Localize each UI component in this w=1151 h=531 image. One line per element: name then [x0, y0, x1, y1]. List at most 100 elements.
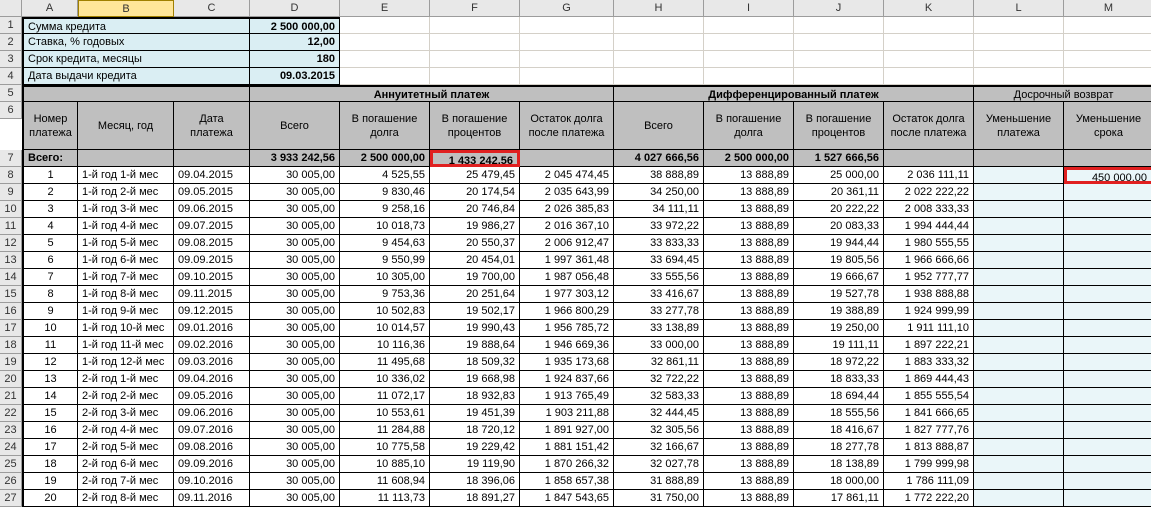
cell-d-total[interactable]: 33 972,22 [614, 218, 704, 235]
cell-date[interactable]: 09.01.2016 [174, 320, 250, 337]
param-value-date[interactable]: 09.03.2015 [250, 68, 340, 85]
row-header[interactable]: 23 [0, 422, 22, 439]
cell-a-total[interactable]: 30 005,00 [250, 422, 340, 439]
cell-a-interest[interactable]: 19 990,43 [430, 320, 520, 337]
cell-month[interactable]: 2-й год 6-й мес [78, 456, 174, 473]
cell-d-interest[interactable]: 19 388,89 [794, 303, 884, 320]
cell-d-balance[interactable]: 1 897 222,21 [884, 337, 974, 354]
param-value-sum[interactable]: 2 500 000,00 [250, 17, 340, 34]
cell-a-total[interactable]: 30 005,00 [250, 235, 340, 252]
cell-a-balance[interactable]: 1 956 785,72 [520, 320, 614, 337]
cell-a-total[interactable]: 30 005,00 [250, 303, 340, 320]
cell-reduce-pay[interactable] [974, 303, 1064, 320]
cell-d-principal[interactable]: 13 888,89 [704, 303, 794, 320]
row-header[interactable]: 21 [0, 388, 22, 405]
cell-n[interactable]: 4 [22, 218, 78, 235]
col-header[interactable]: M [1064, 0, 1151, 17]
cell-d-principal[interactable]: 13 888,89 [704, 371, 794, 388]
empty-cell[interactable] [794, 34, 884, 51]
cell-d-balance[interactable]: 1 883 333,32 [884, 354, 974, 371]
cell-a-total[interactable]: 30 005,00 [250, 456, 340, 473]
empty-cell[interactable] [1064, 17, 1151, 34]
row-header[interactable]: 24 [0, 439, 22, 456]
cell-a-principal[interactable]: 10 116,36 [340, 337, 430, 354]
cell-d-balance[interactable]: 1 799 999,98 [884, 456, 974, 473]
cell-reduce-term[interactable] [1064, 201, 1151, 218]
cell-d-principal[interactable]: 13 888,89 [704, 320, 794, 337]
cell-date[interactable]: 09.03.2016 [174, 354, 250, 371]
cell-a-interest[interactable]: 19 119,90 [430, 456, 520, 473]
cell-n[interactable]: 7 [22, 269, 78, 286]
cell-n[interactable]: 5 [22, 235, 78, 252]
cell-d-balance[interactable]: 1 938 888,88 [884, 286, 974, 303]
row-header[interactable]: 14 [0, 269, 22, 286]
cell-d-interest[interactable]: 18 833,33 [794, 371, 884, 388]
cell-reduce-term[interactable] [1064, 320, 1151, 337]
cell-date[interactable]: 09.02.2016 [174, 337, 250, 354]
cell-d-total[interactable]: 38 888,89 [614, 167, 704, 184]
cell-a-balance[interactable]: 1 858 657,38 [520, 473, 614, 490]
cell-a-interest[interactable]: 19 502,17 [430, 303, 520, 320]
cell-d-balance[interactable]: 1 869 444,43 [884, 371, 974, 388]
cell-reduce-pay[interactable] [974, 218, 1064, 235]
cell-a-interest[interactable]: 20 174,54 [430, 184, 520, 201]
row-header[interactable]: 25 [0, 456, 22, 473]
empty-cell[interactable] [520, 68, 614, 85]
cell-n[interactable]: 16 [22, 422, 78, 439]
cell-d-principal[interactable]: 13 888,89 [704, 184, 794, 201]
cell-month[interactable]: 1-й год 4-й мес [78, 218, 174, 235]
cell-a-principal[interactable]: 10 775,58 [340, 439, 430, 456]
row-header[interactable]: 20 [0, 371, 22, 388]
cell-reduce-term[interactable] [1064, 473, 1151, 490]
cell-d-interest[interactable]: 18 416,67 [794, 422, 884, 439]
empty-cell[interactable] [794, 17, 884, 34]
cell-d-total[interactable]: 32 722,22 [614, 371, 704, 388]
cell-reduce-pay[interactable] [974, 167, 1064, 184]
cell-d-principal[interactable]: 13 888,89 [704, 167, 794, 184]
cell-a-total[interactable]: 30 005,00 [250, 286, 340, 303]
cell-a-balance[interactable]: 1 935 173,68 [520, 354, 614, 371]
cell-d-total[interactable]: 33 555,56 [614, 269, 704, 286]
cell-date[interactable]: 09.12.2015 [174, 303, 250, 320]
cell-d-balance[interactable]: 1 952 777,77 [884, 269, 974, 286]
cell-d-interest[interactable]: 20 361,11 [794, 184, 884, 201]
cell-a-principal[interactable]: 9 454,63 [340, 235, 430, 252]
cell-d-principal[interactable]: 13 888,89 [704, 252, 794, 269]
cell-d-balance[interactable]: 2 008 333,33 [884, 201, 974, 218]
cell-a-principal[interactable]: 11 284,88 [340, 422, 430, 439]
cell-d-total[interactable]: 34 250,00 [614, 184, 704, 201]
cell-date[interactable]: 09.08.2015 [174, 235, 250, 252]
cell-d-interest[interactable]: 18 972,22 [794, 354, 884, 371]
cell-a-total[interactable]: 30 005,00 [250, 252, 340, 269]
cell-a-interest[interactable]: 20 746,84 [430, 201, 520, 218]
cell-a-principal[interactable]: 10 336,02 [340, 371, 430, 388]
cell-month[interactable]: 2-й год 1-й мес [78, 371, 174, 388]
cell-month[interactable]: 1-й год 9-й мес [78, 303, 174, 320]
cell-month[interactable]: 1-й год 12-й мес [78, 354, 174, 371]
cell-reduce-pay[interactable] [974, 490, 1064, 507]
cell-d-interest[interactable]: 18 138,89 [794, 456, 884, 473]
cell-d-balance[interactable]: 1 772 222,20 [884, 490, 974, 507]
cell-date[interactable]: 09.08.2016 [174, 439, 250, 456]
cell-a-balance[interactable]: 1 891 927,00 [520, 422, 614, 439]
col-header[interactable]: A [22, 0, 78, 17]
cell-d-total[interactable]: 32 583,33 [614, 388, 704, 405]
cell-d-principal[interactable]: 13 888,89 [704, 354, 794, 371]
cell-d-principal[interactable]: 13 888,89 [704, 473, 794, 490]
cell-date[interactable]: 09.06.2015 [174, 201, 250, 218]
cell-d-total[interactable]: 33 416,67 [614, 286, 704, 303]
cell-reduce-pay[interactable] [974, 354, 1064, 371]
empty-cell[interactable] [974, 17, 1064, 34]
empty-cell[interactable] [430, 68, 520, 85]
cell-d-interest[interactable]: 20 222,22 [794, 201, 884, 218]
cell-a-balance[interactable]: 1 881 151,42 [520, 439, 614, 456]
cell-month[interactable]: 1-й год 3-й мес [78, 201, 174, 218]
cell-a-balance[interactable]: 2 016 367,10 [520, 218, 614, 235]
cell-a-interest[interactable]: 19 668,98 [430, 371, 520, 388]
cell-reduce-term[interactable] [1064, 422, 1151, 439]
cell-d-balance[interactable]: 1 980 555,55 [884, 235, 974, 252]
cell-d-principal[interactable]: 13 888,89 [704, 218, 794, 235]
cell-d-balance[interactable]: 1 911 111,10 [884, 320, 974, 337]
cell-d-total[interactable]: 32 166,67 [614, 439, 704, 456]
cell-a-balance[interactable]: 1 924 837,66 [520, 371, 614, 388]
